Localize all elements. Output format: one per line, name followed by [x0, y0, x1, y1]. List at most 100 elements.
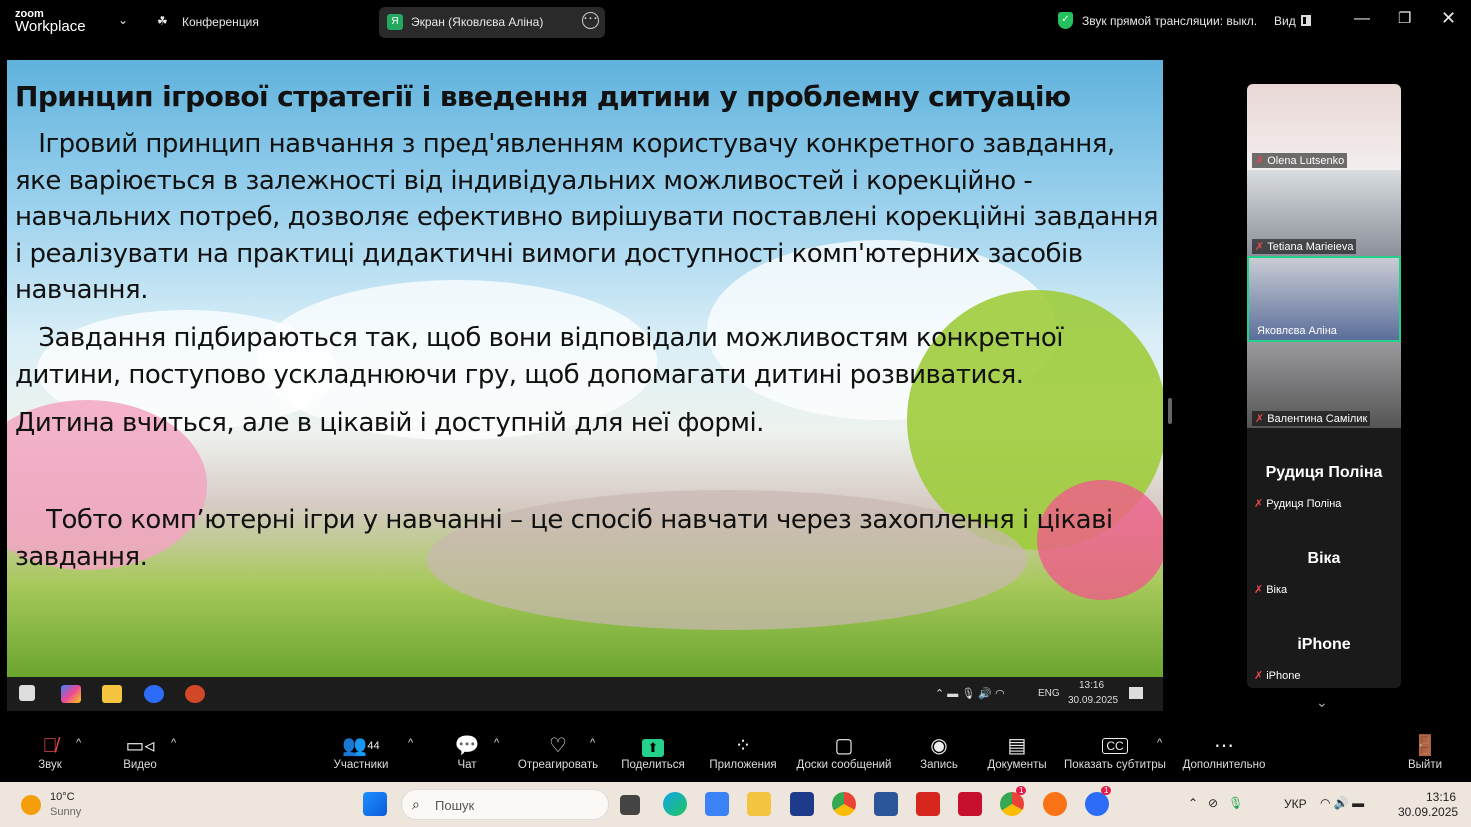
captions-label: Показать субтитры [1064, 759, 1166, 771]
windows-taskbar: 10°C Sunny [0, 782, 1471, 827]
participant-name: Olena Lutsenko [1267, 155, 1345, 167]
shared-slide: Принцип ігрової стратегії і введення дит… [7, 60, 1163, 677]
close-button[interactable]: ✕ [1441, 8, 1456, 29]
mic-muted-icon: ✗ [1255, 413, 1265, 425]
share-arrow-icon: ⬆ [642, 739, 664, 757]
captions-button[interactable]: CC Показать субтитры [1062, 733, 1168, 771]
screen-share-indicator[interactable]: Я Экран (Яковлєва Аліна) ··· [379, 7, 605, 38]
view-button[interactable]: Вид [1274, 14, 1296, 28]
participants-count: 44 [367, 740, 380, 752]
participant-name: iPhone [1266, 670, 1301, 682]
windows-start-icon [19, 685, 35, 701]
participant-tile[interactable]: ✗ Olena Lutsenko [1247, 84, 1401, 170]
windows-start-button[interactable] [363, 792, 387, 816]
system-tray-icons: ⌃ ▬ 🎙 🔊 ◠ [935, 688, 1005, 700]
zoom-title-bar: zoom Workplace ⌄ ☘ Конференция Я Экран (… [0, 0, 1471, 44]
cc-icon: CC [1062, 733, 1168, 759]
participants-label: Участники [333, 759, 389, 771]
mic-off-icon: 🎙̸ [42, 735, 58, 757]
share-label: Экран (Яковлєва Аліна) [411, 15, 544, 29]
sun-weather-icon [21, 795, 41, 815]
sharer-avatar: Я [387, 14, 403, 30]
share-button[interactable]: ⬆ Поделиться [618, 733, 688, 771]
mic-muted-icon: ✗ [1255, 241, 1265, 253]
participant-tile[interactable]: ✗ Валентина Самілик [1247, 342, 1401, 428]
video-options-caret[interactable]: ^ [171, 737, 176, 749]
mic-muted-icon: ✗ [1254, 670, 1264, 682]
participant-placeholder-name[interactable]: Рудиця Поліна [1247, 464, 1401, 482]
participants-options-caret[interactable]: ^ [408, 737, 413, 749]
restore-button[interactable]: ❐ [1398, 9, 1411, 27]
audio-button[interactable]: 🎙̸ Звук [30, 733, 70, 771]
more-icon: ⋯ [1214, 735, 1234, 757]
minimize-button[interactable]: — [1354, 10, 1370, 28]
weather-condition[interactable]: Sunny [50, 806, 81, 818]
search-placeholder: Пошук [435, 798, 475, 813]
meeting-icon: ☘ [157, 14, 168, 28]
copilot-icon [61, 685, 81, 703]
apps-icon: ⁘ [734, 735, 752, 757]
participant-gallery: ✗ Olena Lutsenko ✗ Tetiana Marieieva Яковл… [1247, 84, 1401, 688]
participant-tile-active[interactable]: Яковлєва Аліна [1247, 256, 1401, 342]
leave-button[interactable]: 🚪 Выйти [1404, 733, 1446, 771]
view-layout-icon[interactable] [1301, 15, 1311, 26]
audio-label: Звук [38, 759, 62, 771]
apps-label: Приложения [709, 759, 777, 771]
chat-button[interactable]: 💬 Чат [450, 733, 484, 771]
leave-icon: 🚪 [1412, 735, 1438, 757]
video-button[interactable]: ▭◃ Видео [115, 733, 165, 771]
panel-resize-handle[interactable] [1168, 398, 1172, 424]
search-icon: ⌕ [412, 796, 420, 812]
participant-tile[interactable]: ✗ Tetiana Marieieva [1247, 170, 1401, 256]
record-label: Запись [920, 759, 958, 771]
react-options-caret[interactable]: ^ [590, 737, 595, 749]
slide-paragraph: Дитина вчиться, але в цікавій і доступні… [15, 408, 764, 438]
audio-options-caret[interactable]: ^ [76, 737, 81, 749]
record-icon: ◉ [930, 735, 948, 757]
zoom-app-icon [144, 685, 164, 703]
notification-icon [1129, 687, 1143, 699]
zoom-logo-workplace: Workplace [15, 18, 86, 35]
share-label: Поделиться [621, 759, 685, 771]
chevron-down-icon[interactable]: ⌄ [118, 13, 128, 27]
leave-label: Выйти [1407, 759, 1443, 771]
record-button[interactable]: ◉ Запись [916, 733, 962, 771]
participants-button[interactable]: 👥44 Участники [328, 733, 394, 771]
taskbar-search[interactable]: ⌕ Пошук [401, 789, 609, 820]
whiteboard-icon: ▢ [834, 735, 854, 757]
apps-button[interactable]: ⁘ Приложения [706, 733, 780, 771]
participant-name: Tetiana Marieieva [1267, 241, 1354, 253]
inner-time: 13:16 [1079, 680, 1105, 691]
more-options-icon[interactable]: ··· [582, 10, 599, 29]
heart-icon: ♡ [549, 735, 567, 757]
inner-date: 30.09.2025 [1068, 695, 1119, 706]
video-label: Видео [123, 759, 157, 771]
slide-paragraph: Ігровий принцип навчання з пред'явленням… [15, 129, 1159, 305]
slide-paragraph: Тобто комп’ютерні ігри у навчанні – це с… [15, 505, 1121, 572]
more-button[interactable]: ⋯ Дополнительно [1178, 733, 1270, 771]
participant-name: Яковлєва Аліна [1257, 325, 1337, 337]
meeting-toolbar: 🎙̸ Звук ^ ▭◃ Видео ^ 👥44 Участники ^ 💬 Чат ^… [0, 725, 1471, 781]
mic-muted-icon: ✗ [1254, 584, 1264, 596]
chat-options-caret[interactable]: ^ [494, 737, 499, 749]
participants-icon: 👥44 [342, 735, 380, 757]
camera-icon: ▭◃ [125, 735, 155, 757]
participant-name: Віка [1266, 584, 1288, 596]
document-icon: ▤ [1007, 735, 1027, 757]
react-button[interactable]: ♡ Отреагировать [516, 733, 600, 771]
shared-screen-taskbar: ⌃ ▬ 🎙 🔊 ◠ ENG 13:16 30.09.2025 [7, 677, 1163, 711]
documents-button[interactable]: ▤ Документы [984, 733, 1050, 771]
slide-paragraph: Завдання підбираються так, щоб вони відп… [15, 323, 1071, 390]
participant-placeholder-name[interactable]: Віка [1247, 550, 1401, 568]
mic-muted-icon: ✗ [1255, 155, 1265, 167]
react-label: Отреагировать [517, 759, 599, 771]
captions-options-caret[interactable]: ^ [1157, 737, 1162, 749]
gallery-scroll-down-icon[interactable]: ⌄ [1316, 694, 1328, 711]
chat-label: Чат [457, 759, 477, 771]
whiteboards-button[interactable]: ▢ Доски сообщений [792, 733, 896, 771]
weather-temp[interactable]: 10°C [50, 791, 75, 803]
participant-placeholder-name[interactable]: iPhone [1247, 636, 1401, 654]
meeting-label[interactable]: Конференция [182, 15, 259, 29]
audio-status: Звук прямой трансляции: выкл. [1082, 14, 1258, 28]
slide-title: Принцип ігрової стратегії і введення дит… [15, 80, 1071, 113]
